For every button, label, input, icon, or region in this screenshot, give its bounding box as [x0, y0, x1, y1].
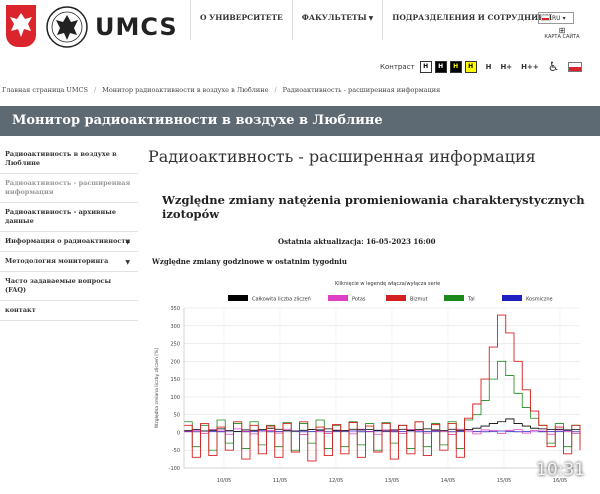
contrast-default-button[interactable]: H [419, 61, 432, 73]
chart-subtitle: Względne zmiany godzinowe w ostatnim tyg… [152, 257, 347, 266]
umcs-eagle-icon [46, 6, 88, 48]
sitemap-label: КАРТА САЙТА [544, 34, 580, 40]
white-eagle-icon [10, 13, 32, 37]
legend-swatch[interactable] [444, 295, 464, 301]
legend-label[interactable]: Kosmiczne [526, 297, 553, 303]
nav-label: ПОДРАЗДЕЛЕНИЯ И СОТРУДНИКИ [392, 13, 553, 22]
y-tick-label: 100 [170, 395, 180, 401]
y-axis-label: Względna zmiana liczby zliczeń [%] [153, 348, 160, 428]
y-tick-label: 300 [170, 324, 180, 330]
chevron-down-icon: ▼ [125, 259, 130, 266]
breadcrumb-home[interactable]: Главная страница UMCS [2, 86, 88, 94]
sidebar-item-label: Радиоактивность в воздухе в Люблине [5, 150, 117, 167]
font-large-button[interactable]: H+ [500, 63, 512, 71]
screen: UMCS О УНИВЕРСИТЕТЕ ФАКУЛЬТЕТЫ ▼ ПОДРАЗДЕ… [0, 0, 600, 494]
nav-item-units[interactable]: ПОДРАЗДЕЛЕНИЯ И СОТРУДНИКИ [382, 0, 561, 40]
font-xlarge-button[interactable]: H++ [521, 63, 539, 71]
nav-label: О УНИВЕРСИТЕТЕ [200, 13, 283, 22]
y-tick-label: -100 [169, 466, 180, 472]
language-value: RU [552, 14, 561, 22]
legend-label[interactable]: Potas [352, 297, 366, 303]
chevron-down-icon: ▼ [125, 239, 130, 246]
sidebar-item-contact[interactable]: контакт [0, 301, 138, 321]
series-line-bizmut[interactable] [184, 314, 581, 462]
y-tick-label: 200 [170, 359, 180, 365]
polish-flag-icon[interactable] [568, 62, 583, 72]
nav-item-about[interactable]: О УНИВЕРСИТЕТЕ [190, 0, 292, 40]
legend-swatch[interactable] [328, 295, 348, 301]
breadcrumb-current: Радиоактивность - расширенная информация [282, 86, 441, 94]
section-title: Względne zmiany natężenia promieniowania… [162, 193, 585, 221]
legend-label[interactable]: Tal [467, 297, 475, 303]
x-tick-label: 12/05 [329, 478, 343, 484]
x-tick-label: 11/05 [273, 478, 287, 484]
wheelchair-icon[interactable]: ♿ [548, 60, 560, 75]
font-normal-button[interactable]: H [486, 63, 492, 71]
sidebar-item-extended-info[interactable]: Радиоактивность - расширенная информация [0, 174, 138, 203]
y-tick-label: 0 [177, 430, 180, 436]
legend-label[interactable]: Bizmut [410, 297, 427, 303]
flag-icon [541, 15, 550, 21]
contrast-dark-button[interactable]: H [434, 61, 447, 73]
legend-hint: Kliknięcie w legendę włącza/wyłącza seri… [335, 281, 441, 287]
language-select[interactable]: RU ▾ [538, 12, 574, 24]
sidebar-item-archive[interactable]: Радиоактивность - архивные данные [0, 203, 138, 232]
sidebar: Радиоактивность в воздухе в Люблине Ради… [0, 145, 138, 321]
poland-emblem[interactable] [6, 5, 36, 47]
sidebar-item-label: Радиоактивность - архивные данные [5, 208, 116, 225]
sitemap-link[interactable]: ⊞ КАРТА САЙТА [542, 27, 582, 41]
chevron-down-icon: ▾ [562, 14, 566, 22]
y-tick-label: -50 [172, 448, 180, 454]
sidebar-item-faq[interactable]: Часто задаваемые вопросы (FAQ) [0, 272, 138, 301]
sidebar-item-label: контакт [5, 306, 36, 314]
y-tick-label: 150 [170, 377, 180, 383]
breadcrumb-separator: / [274, 86, 277, 94]
site-header: UMCS О УНИВЕРСИТЕТЕ ФАКУЛЬТЕТЫ ▼ ПОДРАЗДЕ… [0, 0, 600, 58]
contrast-label: Контраст [380, 63, 415, 71]
chevron-down-icon: ▼ [368, 15, 374, 22]
page-title: Радиоактивность - расширенная информация [148, 147, 536, 166]
contrast-yellow-on-black-button[interactable]: H [449, 61, 462, 73]
radioactivity-chart: Całkowita liczba zliczeń Potas Bizmut Tal Ko… [153, 295, 581, 484]
banner-title: Монитор радиоактивности в воздухе в Любл… [12, 113, 383, 128]
contrast-black-on-yellow-button[interactable]: H [464, 61, 477, 73]
breadcrumb: Главная страница UMCS / Монитор радиоакт… [2, 86, 440, 94]
x-tick-label: 14/05 [441, 478, 455, 484]
y-tick-label: 250 [170, 342, 180, 348]
accessibility-toolbar: Контраст H H H H H H+ H++ ♿ [380, 60, 583, 75]
nav-label: ФАКУЛЬТЕТЫ [301, 13, 367, 22]
sidebar-item-label: Информация о радиоактивности [5, 237, 131, 245]
sidebar-item-label: Радиоактивность - расширенная информация [5, 179, 131, 196]
main-nav: О УНИВЕРСИТЕТЕ ФАКУЛЬТЕТЫ ▼ ПОДРАЗДЕЛЕНИЯ… [190, 0, 561, 40]
x-tick-label: 10/05 [217, 478, 231, 484]
sidebar-item-label: Методология мониторинга [5, 257, 109, 265]
legend-label[interactable]: Całkowita liczba zliczeń [252, 296, 311, 303]
sidebar-item-label: Часто задаваемые вопросы (FAQ) [5, 277, 112, 294]
video-timestamp: 10:31 [536, 460, 585, 480]
sidebar-item-methodology[interactable]: Методология мониторинга ▼ [0, 252, 138, 272]
page-banner: Монитор радиоактивности в воздухе в Любл… [0, 106, 600, 136]
legend-swatch[interactable] [386, 295, 406, 301]
umcs-logo-text[interactable]: UMCS [95, 13, 178, 41]
umcs-emblem[interactable] [45, 5, 89, 49]
breadcrumb-monitor[interactable]: Монитор радиоактивности в воздухе в Любл… [102, 86, 268, 94]
nav-item-faculties[interactable]: ФАКУЛЬТЕТЫ ▼ [291, 0, 382, 40]
legend-swatch[interactable] [502, 295, 522, 301]
x-tick-label: 13/05 [385, 478, 399, 484]
sidebar-item-air-radioactivity[interactable]: Радиоактивность в воздухе в Люблине [0, 145, 138, 174]
breadcrumb-separator: / [93, 86, 97, 94]
sidebar-item-info[interactable]: Информация о радиоактивности ▼ [0, 232, 138, 252]
y-tick-label: 350 [170, 306, 180, 312]
legend-swatch[interactable] [228, 295, 248, 301]
x-tick-label: 15/05 [497, 478, 511, 484]
last-updated: Ostatnia aktualizacja: 16-05-2023 16:00 [278, 237, 436, 246]
y-tick-label: 50 [174, 413, 180, 419]
